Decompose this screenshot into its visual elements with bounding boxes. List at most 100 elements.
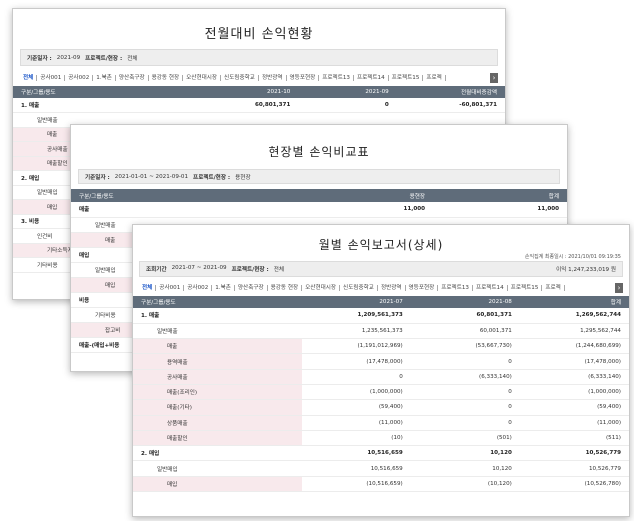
row-label: 매입 bbox=[133, 476, 302, 493]
card1-tab[interactable]: 신도림중학교 bbox=[221, 74, 259, 81]
cell: (11,000) bbox=[301, 415, 411, 431]
card1-tab[interactable]: 프로젝트15 bbox=[389, 74, 424, 81]
cell: (6,333,140) bbox=[519, 369, 629, 385]
card1-tab[interactable]: 용강동 현장 bbox=[149, 74, 184, 81]
card2-date-value: 2021-01-01 ~ 2021-09-01 bbox=[114, 173, 189, 180]
card3-period-value: 2021-07 ~ 2021-09 bbox=[171, 265, 227, 271]
card3-profit-total: 이익 1,247,233,019 원 bbox=[556, 267, 616, 273]
row-label: 매출(조리인) bbox=[133, 384, 302, 401]
column-header: 구분/그룹/용도 bbox=[133, 296, 302, 308]
row-label: 1. 매출 bbox=[13, 98, 191, 113]
cell: 60,001,371 bbox=[410, 323, 520, 340]
cell: (501) bbox=[410, 430, 520, 447]
card3-tab[interactable]: 신도림중학교 bbox=[340, 284, 378, 291]
card3-tab[interactable]: 프로젝트15 bbox=[508, 284, 543, 291]
table-row: 일반매출 1,235,561,373 60,001,371 1,295,562,744 bbox=[133, 323, 629, 340]
table-row: 2. 매입 10,516,659 10,120 10,526,779 bbox=[133, 445, 629, 462]
card3-period-label: 조회기간 bbox=[146, 267, 167, 273]
cell: 10,120 bbox=[410, 445, 520, 462]
card3-tab[interactable]: 용강동 현장 bbox=[268, 284, 303, 291]
column-header: 구분/그룹/용도 bbox=[13, 86, 191, 98]
column-header: 2021-07 bbox=[301, 296, 411, 308]
card3-tab[interactable]: 프로젝트14 bbox=[473, 284, 508, 291]
card1-tab[interactable]: 정반광역 bbox=[259, 74, 287, 81]
card1-tab[interactable]: 공사001 bbox=[37, 74, 66, 81]
scroll-right-icon[interactable]: › bbox=[490, 72, 498, 83]
row-label: 매출할인 bbox=[133, 430, 302, 447]
cell: (10) bbox=[301, 430, 411, 447]
table-row: 용역매출 (17,478,000) 0 (17,478,000) bbox=[133, 353, 629, 370]
cell: 10,120 bbox=[410, 460, 520, 477]
card3-aggregation-timestamp: 손익집계 최종일시 : 2021/10/01 09:19:35 bbox=[524, 254, 621, 260]
card3-tab[interactable]: 오산현대시장 bbox=[302, 284, 341, 291]
card3-tab[interactable]: 1.북촌 bbox=[212, 284, 235, 291]
card3-table: 구분/그룹/용도 2021-07 2021-08 합계 1. 매출 1,209,5… bbox=[133, 296, 629, 493]
table-row: 매출(조리인) (1,000,000) 0 (1,000,000) bbox=[133, 384, 629, 401]
card3-tab[interactable]: 정반광역 bbox=[378, 284, 406, 291]
card3-tab[interactable]: 프로젝트13 bbox=[438, 284, 473, 291]
column-header: 2021-10 bbox=[190, 86, 299, 98]
column-header: 용현장 bbox=[299, 189, 434, 202]
column-header: 전월대비증감액 bbox=[396, 86, 505, 98]
column-header: 2021-09 bbox=[298, 86, 397, 98]
row-label: 상품매출 bbox=[133, 415, 302, 431]
cell: 10,526,779 bbox=[519, 445, 629, 462]
table-row: 1. 매출 60,801,371 0 -60,801,371 bbox=[13, 98, 505, 113]
column-header: 합계 bbox=[433, 189, 567, 202]
column-header: 2021-08 bbox=[410, 296, 520, 308]
card1-tab[interactable]: 프로젝트14 bbox=[354, 74, 389, 81]
card1-tab[interactable]: 1.북촌 bbox=[93, 74, 116, 81]
table-row: 1. 매출 1,209,561,373 60,801,371 1,269,562,74… bbox=[133, 308, 629, 324]
card3-condition-bar: 조회기간 2021-07 ~ 2021-09 프로젝트/현장 : 전체 이익 1… bbox=[139, 261, 623, 277]
card2-project-value: 용현장 bbox=[235, 174, 251, 181]
card3-tab[interactable]: 전체 bbox=[139, 284, 157, 291]
row-label: 매출 bbox=[133, 338, 302, 355]
card3-project-label: 프로젝트/현장 : bbox=[231, 267, 269, 273]
cell: 0 bbox=[410, 384, 520, 401]
cell: (53,667,730) bbox=[410, 338, 520, 355]
cell: (11,000) bbox=[519, 415, 629, 431]
card3-project-value: 전체 bbox=[273, 267, 284, 273]
card1-tab[interactable]: 전체 bbox=[20, 74, 38, 81]
card1-project-value: 전체 bbox=[127, 55, 138, 62]
card1-tab[interactable]: 오산현대시장 bbox=[183, 74, 222, 81]
card3-tab[interactable]: 프로젝 bbox=[542, 284, 565, 291]
cell: 60,801,371 bbox=[410, 308, 520, 324]
row-label: 공사매출 bbox=[133, 369, 302, 385]
table-row: 매출 11,000 11,000 bbox=[71, 202, 567, 218]
cell: 10,526,779 bbox=[519, 460, 629, 477]
card1-tab[interactable]: 프로젝 bbox=[423, 74, 446, 81]
card3-tab[interactable]: 양산축구장 bbox=[235, 284, 268, 291]
card1-tab[interactable]: 공사002 bbox=[65, 74, 94, 81]
cell: 0 bbox=[298, 98, 397, 113]
column-header: 구분/그룹/용도 bbox=[71, 189, 300, 202]
row-label: 일반매출 bbox=[133, 323, 302, 340]
table-row: 매출(기타) (59,400) 0 (59,400) bbox=[133, 399, 629, 416]
row-label: 일반매입 bbox=[133, 460, 302, 477]
card1-tab[interactable]: 프로젝트13 bbox=[319, 74, 354, 81]
card3-tab[interactable]: 공사002 bbox=[184, 284, 213, 291]
card2-condition-bar: 기준일자 : 2021-01-01 ~ 2021-09-01 프로젝트/현장 :… bbox=[78, 169, 560, 184]
cell: 10,516,659 bbox=[301, 445, 411, 462]
cell: 0 bbox=[410, 353, 520, 370]
card1-tab[interactable]: 영등포현장 bbox=[287, 74, 320, 81]
scroll-right-icon[interactable]: › bbox=[615, 282, 623, 293]
cell: (10,120) bbox=[410, 476, 520, 493]
table-row: 공사매출 0 (6,333,140) (6,333,140) bbox=[133, 369, 629, 385]
card1-condition-bar: 기준일자 : 2021-09 프로젝트/현장 : 전체 bbox=[20, 49, 498, 66]
cell: -60,801,371 bbox=[396, 98, 505, 113]
card1-date-label: 기준일자 : bbox=[27, 55, 52, 62]
table-row: 매출 (1,191,012,969) (53,667,730) (1,244,680,… bbox=[133, 338, 629, 355]
cell: 1,209,561,373 bbox=[301, 308, 411, 324]
card1-date-value: 2021-09 bbox=[56, 54, 81, 61]
card3-header-row: 구분/그룹/용도 2021-07 2021-08 합계 bbox=[133, 296, 629, 308]
cell: 11,000 bbox=[433, 202, 567, 218]
card3-tab[interactable]: 공사001 bbox=[156, 284, 185, 291]
card1-tab[interactable]: 양산축구장 bbox=[116, 74, 149, 81]
row-label: 1. 매출 bbox=[133, 308, 302, 324]
card1-project-tabs: 전체 공사001 공사002 1.북촌 양산축구장 용강동 현장 오산현대시장 … bbox=[20, 71, 498, 84]
cell: (1,000,000) bbox=[301, 384, 411, 401]
table-row: 일반매입 10,516,659 10,120 10,526,779 bbox=[133, 460, 629, 477]
card3-tab[interactable]: 영등포현장 bbox=[406, 284, 439, 291]
cell: (59,400) bbox=[301, 399, 411, 416]
